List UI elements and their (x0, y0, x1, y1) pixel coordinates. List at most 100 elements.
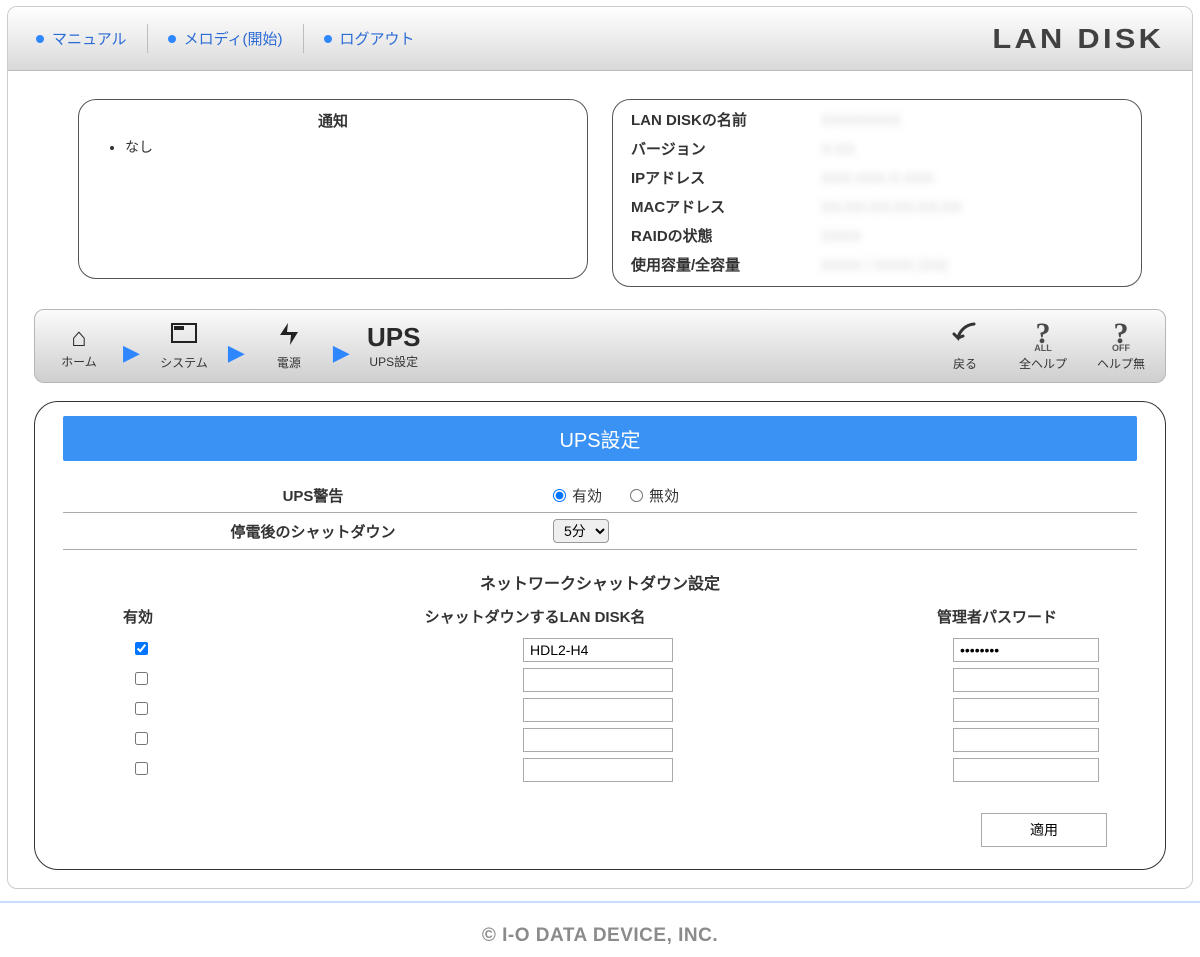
disable-text: 無効 (649, 485, 679, 506)
ns-name-input[interactable] (523, 728, 673, 752)
ups-warning-control: 有効 無効 (553, 485, 1107, 506)
system-label: システム (160, 354, 208, 371)
apply-button[interactable]: 適用 (981, 813, 1107, 847)
help-off-label: ヘルプ無 (1097, 355, 1145, 372)
status-row-name: LAN DISKの名前 XXXXXXXX (631, 106, 1123, 135)
topbar-links: マニュアル メロディ(開始) ログアウト (36, 24, 435, 53)
status-value: X.XX (821, 135, 855, 164)
ns-pass-input[interactable] (953, 638, 1099, 662)
status-value: XXXX (821, 222, 861, 251)
status-label: MACアドレス (631, 193, 821, 222)
back-button[interactable]: 戻る (937, 320, 993, 372)
row-shutdown-delay: 停電後のシャットダウン 5分 (63, 513, 1137, 550)
ns-enable-checkbox[interactable] (135, 702, 148, 715)
status-label: バージョン (631, 135, 821, 164)
ns-name-input[interactable] (523, 638, 673, 662)
status-row-ip: IPアドレス XXX.XXX.X.XXX (631, 164, 1123, 193)
ns-enable-checkbox[interactable] (135, 762, 148, 775)
status-row-mac: MACアドレス XX:XX:XX:XX:XX:XX (631, 193, 1123, 222)
status-label: IPアドレス (631, 164, 821, 193)
section-title: UPS設定 (63, 416, 1137, 461)
status-label: LAN DISKの名前 (631, 106, 821, 135)
status-row-version: バージョン X.XX (631, 135, 1123, 164)
logout-label: ログアウト (340, 28, 415, 49)
help-all-sub: ALL (1034, 344, 1052, 353)
network-shutdown-table: 有効 シャットダウンするLAN DISK名 管理者パスワード (63, 602, 1137, 785)
dot-icon (36, 35, 44, 43)
status-row-raid: RAIDの状態 XXXX (631, 222, 1123, 251)
ups-warning-label: UPS警告 (93, 485, 533, 506)
breadcrumb-ups[interactable]: UPS UPS設定 (366, 323, 422, 370)
status-value: XXXX / XXXX (XX) (821, 251, 948, 280)
home-icon: ⌂ (71, 323, 87, 351)
ns-name-input[interactable] (523, 668, 673, 692)
notice-title: 通知 (97, 110, 569, 131)
shutdown-delay-select[interactable]: 5分 (553, 519, 609, 543)
help-all-label: 全ヘルプ (1019, 355, 1067, 372)
status-value: XX:XX:XX:XX:XX:XX (821, 193, 962, 222)
breadcrumb-system[interactable]: システム (156, 321, 212, 371)
notice-panel: 通知 なし (78, 99, 588, 279)
status-label: RAIDの状態 (631, 222, 821, 251)
notice-item: なし (125, 137, 569, 157)
breadcrumb-left: ⌂ ホーム ▶ システム ▶ 電源 ▶ UPS UPS設定 (51, 321, 422, 371)
ns-enable-checkbox[interactable] (135, 642, 148, 655)
breadcrumb-home[interactable]: ⌂ ホーム (51, 323, 107, 370)
status-panel: LAN DISKの名前 XXXXXXXX バージョン X.XX IPアドレス X… (612, 99, 1142, 287)
chevron-right-icon: ▶ (333, 340, 350, 366)
manual-label: マニュアル (52, 28, 127, 49)
apply-row: 適用 (63, 813, 1137, 847)
question-icon: ? (1114, 323, 1129, 344)
chevron-right-icon: ▶ (123, 340, 140, 366)
logout-link[interactable]: ログアウト (303, 24, 435, 53)
power-icon (276, 321, 302, 352)
ns-name-input[interactable] (523, 758, 673, 782)
breadcrumb-right: 戻る ? ALL 全ヘルプ ? OFF ヘルプ無 (937, 320, 1149, 372)
chevron-right-icon: ▶ (228, 340, 245, 366)
manual-link[interactable]: マニュアル (36, 24, 147, 53)
ns-row (63, 665, 1137, 695)
ups-warning-disable[interactable]: 無効 (630, 485, 679, 506)
help-off-button[interactable]: ? OFF ヘルプ無 (1093, 323, 1149, 372)
status-label: 使用容量/全容量 (631, 251, 821, 280)
ns-header: 有効 シャットダウンするLAN DISK名 管理者パスワード (63, 602, 1137, 635)
breadcrumb-bar: ⌂ ホーム ▶ システム ▶ 電源 ▶ UPS UPS設定 (34, 309, 1166, 383)
info-row: 通知 なし LAN DISKの名前 XXXXXXXX バージョン X.XX IP… (8, 71, 1192, 297)
ns-pass-input[interactable] (953, 728, 1099, 752)
dot-icon (168, 35, 176, 43)
page-container: マニュアル メロディ(開始) ログアウト LAN DISK 通知 なし LAN … (7, 6, 1193, 889)
ns-row (63, 695, 1137, 725)
brand-logo: LAN DISK (992, 23, 1164, 55)
help-all-button[interactable]: ? ALL 全ヘルプ (1015, 323, 1071, 372)
melody-link[interactable]: メロディ(開始) (147, 24, 303, 53)
col-pass-header: 管理者パスワード (857, 606, 1137, 627)
ups-warning-enable-radio[interactable] (553, 489, 566, 502)
ns-row (63, 635, 1137, 665)
topbar: マニュアル メロディ(開始) ログアウト LAN DISK (8, 7, 1192, 71)
dot-icon (324, 35, 332, 43)
ups-warning-enable[interactable]: 有効 (553, 485, 602, 506)
home-label: ホーム (61, 353, 97, 370)
ns-pass-input[interactable] (953, 698, 1099, 722)
shutdown-delay-control: 5分 (553, 519, 1107, 543)
ns-enable-checkbox[interactable] (135, 672, 148, 685)
help-off-sub: OFF (1112, 344, 1130, 353)
breadcrumb-power[interactable]: 電源 (261, 321, 317, 371)
status-value: XXXXXXXX (821, 106, 901, 135)
footer-copyright: © I-O DATA DEVICE, INC. (0, 903, 1200, 957)
power-label: 電源 (277, 354, 301, 371)
question-icon: ? (1036, 323, 1051, 344)
ups-warning-disable-radio[interactable] (630, 489, 643, 502)
ns-pass-input[interactable] (953, 758, 1099, 782)
ups-label: UPS設定 (369, 353, 418, 370)
ns-name-input[interactable] (523, 698, 673, 722)
ns-row (63, 755, 1137, 785)
back-icon (950, 320, 980, 353)
notice-list: なし (97, 137, 569, 157)
ns-enable-checkbox[interactable] (135, 732, 148, 745)
col-enable-header: 有効 (63, 606, 213, 627)
system-icon (170, 321, 198, 352)
network-shutdown-title: ネットワークシャットダウン設定 (63, 570, 1137, 594)
ns-pass-input[interactable] (953, 668, 1099, 692)
enable-text: 有効 (572, 485, 602, 506)
